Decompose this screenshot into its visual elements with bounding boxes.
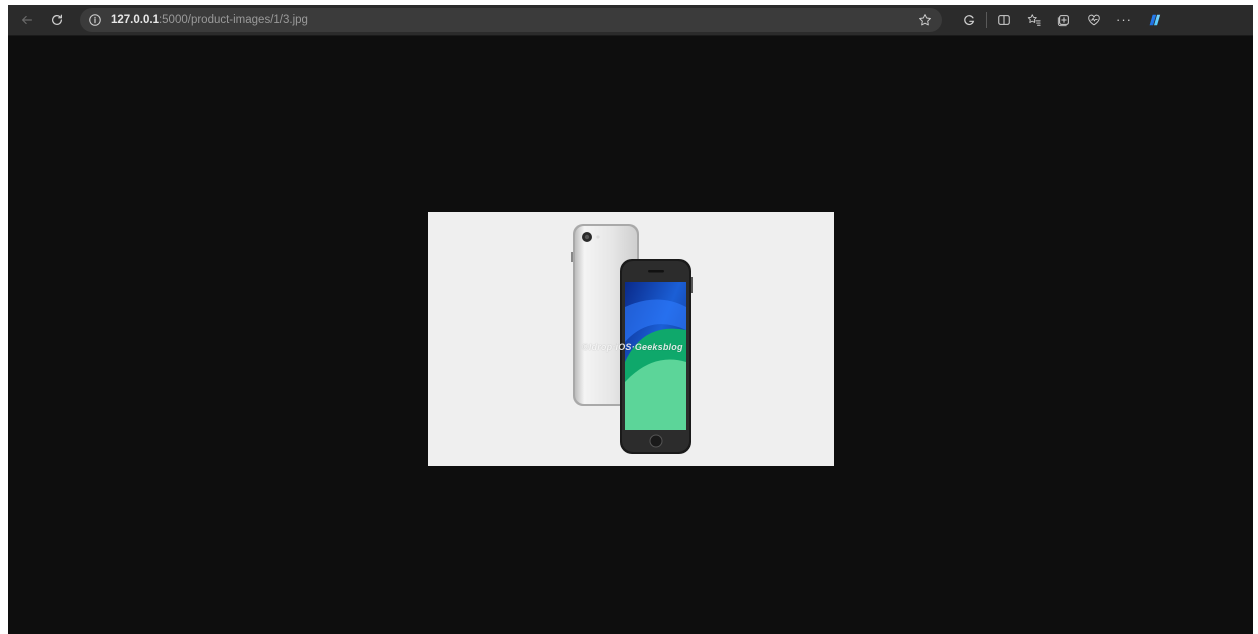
address-bar[interactable]: 127.0.0.1:5000/product-images/1/3.jpg [80, 8, 942, 32]
url-path: :5000/product-images/1/3.jpg [158, 14, 308, 26]
image-viewport: ©Idrop·iOS·Geeksblog [8, 36, 1253, 634]
copilot-sidebar-button[interactable] [958, 9, 980, 31]
extensions-button[interactable] [1083, 9, 1105, 31]
refresh-button[interactable] [46, 9, 68, 31]
collections-icon [1057, 15, 1069, 27]
split-screen-button[interactable] [993, 9, 1015, 31]
image-watermark: ©Idrop·iOS·Geeksblog [582, 342, 683, 352]
collections-button[interactable] [1053, 9, 1075, 31]
url-host: 127.0.0.1 [111, 14, 159, 26]
split-screen-icon [998, 15, 1010, 25]
ellipsis-icon: ··· [1116, 12, 1132, 27]
toolbar-actions: ··· [954, 9, 1169, 31]
browser-window: 127.0.0.1:5000/product-images/1/3.jpg ··… [8, 5, 1253, 634]
site-info-button[interactable] [88, 13, 102, 27]
refresh-icon [52, 14, 62, 25]
favorite-button[interactable] [918, 13, 932, 27]
product-image[interactable]: ©Idrop·iOS·Geeksblog [428, 212, 834, 466]
more-button[interactable]: ··· [1113, 9, 1135, 31]
url-text[interactable]: 127.0.0.1:5000/product-images/1/3.jpg [111, 14, 308, 26]
copilot-logo-icon [1149, 14, 1161, 26]
back-arrow-icon [22, 15, 32, 25]
phone-illustration [571, 224, 693, 454]
toolbar-divider [986, 12, 987, 28]
copilot-icon [964, 15, 975, 26]
favorites-button[interactable] [1023, 9, 1045, 31]
heart-pulse-icon [1088, 14, 1100, 26]
info-icon [89, 14, 101, 26]
star-icon [919, 14, 931, 26]
copilot-button[interactable] [1143, 9, 1165, 31]
back-button[interactable] [16, 9, 38, 31]
browser-toolbar: 127.0.0.1:5000/product-images/1/3.jpg ··… [8, 5, 1253, 36]
favorites-icon [1027, 14, 1041, 26]
